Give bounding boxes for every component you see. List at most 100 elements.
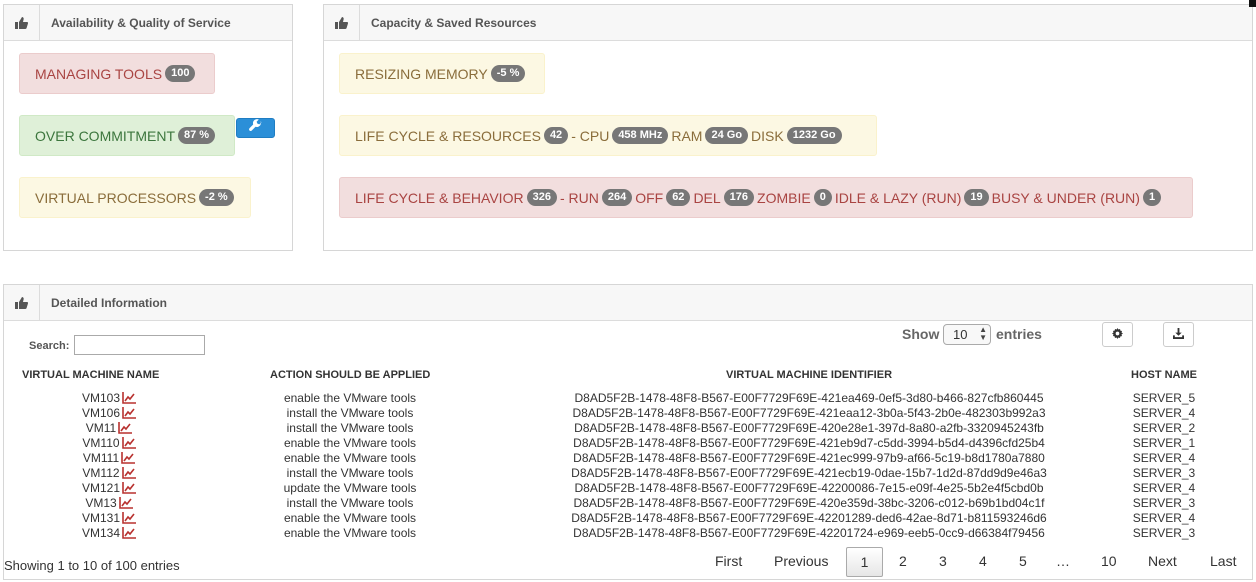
vm-identifier-cell: D8AD5F2B-1478-48F8-B567-E00F7729F69E-421… [572,406,1046,420]
del-label: DEL [693,189,721,206]
trend-chart-icon[interactable] [121,437,136,452]
host-name-cell: SERVER_4 [1132,511,1196,525]
vm-name[interactable]: VM103 [82,391,120,405]
column-header-action[interactable]: ACTION SHOULD BE APPLIED [270,369,430,381]
export-button[interactable] [1163,322,1194,347]
trend-chart-icon[interactable] [118,497,133,512]
table-row[interactable]: VM111 enable the VMware tools D8AD5F2B-1… [14,451,1241,466]
table-row[interactable]: VM103 enable the VMware tools D8AD5F2B-1… [14,391,1241,406]
settings-button[interactable] [1102,322,1133,347]
pagination-page-3[interactable]: 3 [939,553,947,569]
trend-chart-icon[interactable] [121,452,136,467]
ram-label: RAM [671,127,703,144]
cpu-label: - CPU [571,127,610,144]
disk-badge: 1232 Go [786,127,842,144]
thumbs-up-icon [4,285,40,320]
table-row[interactable]: VM131 enable the VMware tools D8AD5F2B-1… [14,511,1241,526]
trend-chart-icon[interactable] [118,422,133,437]
configure-tools-button[interactable] [236,118,275,138]
table-row[interactable]: VM121 update the VMware tools D8AD5F2B-1… [14,481,1241,496]
download-icon [1173,326,1184,344]
run-badge: 264 [601,189,633,206]
zombie-label: ZOMBIE [757,189,811,206]
trend-chart-icon[interactable] [122,392,137,407]
table-row[interactable]: VM11 install the VMware tools D8AD5F2B-1… [14,421,1241,436]
run-label: - RUN [559,189,599,206]
vm-identifier-cell: D8AD5F2B-1478-48F8-B567-E00F7729F69E-422… [574,481,1044,495]
vm-name-cell: VM131 [14,511,204,527]
vm-name[interactable]: VM134 [82,526,120,540]
column-header-vm-name[interactable]: VIRTUAL MACHINE NAME [22,369,159,381]
gear-icon [1112,326,1123,344]
trend-chart-icon[interactable] [122,512,137,527]
action-cell: enable the VMware tools [283,451,417,465]
vm-name-cell: VM110 [14,436,204,452]
managing-tools-badge: 100 [165,65,196,82]
pagination-previous[interactable]: Previous [774,553,828,569]
vm-name[interactable]: VM131 [82,511,120,525]
vm-name[interactable]: VM106 [82,406,120,420]
action-cell: enable the VMware tools [283,436,417,450]
vm-name[interactable]: VM111 [83,451,119,465]
pagination-next[interactable]: Next [1148,553,1177,569]
zombie-badge: 0 [813,189,832,206]
search-input[interactable] [74,335,205,355]
vm-name-cell: VM103 [14,391,204,407]
availability-panel-title: Availability & Quality of Service [51,16,231,30]
trend-chart-icon[interactable] [122,407,137,422]
trend-chart-icon[interactable] [122,527,137,542]
over-commitment-label: OVER COMMITMENT [35,127,175,144]
table-row[interactable]: VM112 install the VMware tools D8AD5F2B-… [14,466,1241,481]
virtual-processors-label: VIRTUAL PROCESSORS [35,189,197,206]
pagination-info: Showing 1 to 10 of 100 entries [4,558,180,573]
vm-name-cell: VM134 [14,526,204,542]
action-cell: install the VMware tools [286,421,414,435]
table-row[interactable]: VM13 install the VMware tools D8AD5F2B-1… [14,496,1241,511]
pagination-page-4[interactable]: 4 [979,553,987,569]
host-name-cell: SERVER_1 [1132,436,1196,450]
column-header-host-name[interactable]: HOST NAME [1131,369,1197,381]
vm-identifier-cell: D8AD5F2B-1478-48F8-B567-E00F7729F69E-421… [571,466,1047,480]
trend-chart-icon[interactable] [122,482,137,497]
resizing-memory-alert[interactable]: RESIZING MEMORY -5 % [339,53,545,94]
column-header-vm-identifier[interactable]: VIRTUAL MACHINE IDENTIFIER [726,369,892,381]
page-size-value: 10 [953,327,968,342]
capacity-panel-title: Capacity & Saved Resources [371,16,537,30]
pagination-last[interactable]: Last [1210,553,1236,569]
managing-tools-alert[interactable]: MANAGING TOOLS 100 [19,53,215,94]
pagination-ellipsis: … [1056,553,1070,569]
pagination-page-5[interactable]: 5 [1019,553,1027,569]
page-size-select[interactable]: 10 ▲ ▼ [943,324,991,345]
pagination-page-2[interactable]: 2 [899,553,907,569]
thumbs-up-icon [324,5,360,40]
table-row[interactable]: VM110 enable the VMware tools D8AD5F2B-1… [14,436,1241,451]
vm-name[interactable]: VM121 [82,481,120,495]
cpu-badge: 458 MHz [612,127,669,144]
pagination-page-current-label: 1 [860,554,869,570]
table-row[interactable]: VM106 install the VMware tools D8AD5F2B-… [14,406,1241,421]
trend-chart-icon[interactable] [121,467,136,482]
vm-name[interactable]: VM13 [85,496,116,510]
vm-name[interactable]: VM11 [86,421,116,435]
vm-name[interactable]: VM110 [82,436,119,450]
pagination-page-current[interactable]: 1 [846,547,883,577]
lcr-badge: 42 [543,127,569,144]
over-commitment-alert[interactable]: OVER COMMITMENT 87 % [19,115,235,156]
vm-identifier-cell: D8AD5F2B-1478-48F8-B567-E00F7729F69E-421… [573,436,1045,450]
busy-label: BUSY & UNDER (RUN) [991,189,1140,206]
pagination-page-10[interactable]: 10 [1101,553,1117,569]
action-cell: install the VMware tools [286,406,414,420]
chevron-updown-icon: ▲ ▼ [979,325,987,342]
life-cycle-behavior-alert[interactable]: LIFE CYCLE & BEHAVIOR 326 - RUN 264 OFF … [339,177,1193,218]
pagination-first[interactable]: First [715,553,742,569]
detailed-info-panel-title: Detailed Information [51,296,168,310]
disk-label: DISK [751,127,784,144]
capacity-panel-header: Capacity & Saved Resources [324,5,1252,41]
virtual-processors-alert[interactable]: VIRTUAL PROCESSORS -2 % [19,177,251,218]
vm-name-cell: VM11 [14,421,204,437]
vm-name[interactable]: VM112 [82,466,119,480]
busy-badge: 1 [1142,189,1162,206]
table-row[interactable]: VM134 enable the VMware tools D8AD5F2B-1… [14,526,1241,541]
life-cycle-resources-alert[interactable]: LIFE CYCLE & RESOURCES 42 - CPU 458 MHz … [339,115,877,156]
lcr-label: LIFE CYCLE & RESOURCES [355,127,541,144]
